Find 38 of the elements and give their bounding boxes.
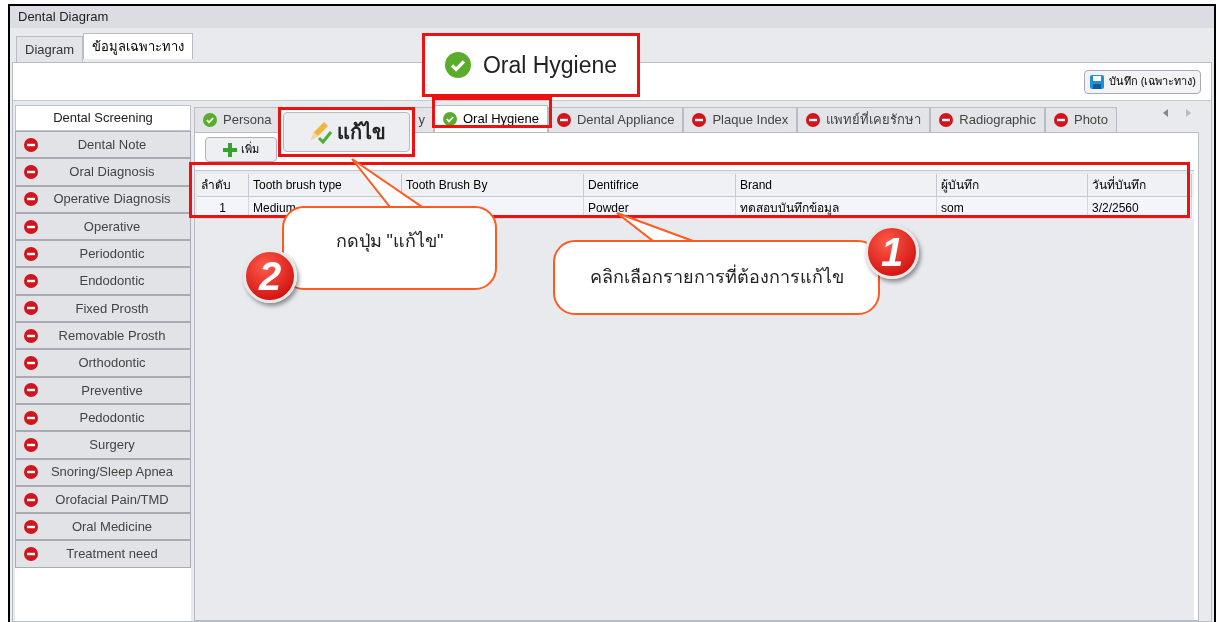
scroll-right-icon[interactable] <box>1185 109 1191 117</box>
sidebar-item[interactable]: Removable Prosth <box>15 322 191 350</box>
tab[interactable]: Diagram <box>16 36 84 62</box>
sidebar-item[interactable]: Fixed Prosth <box>15 294 191 323</box>
table-cell: 3/2/2560 <box>1088 197 1192 219</box>
sidebar-item[interactable]: Preventive <box>15 376 191 404</box>
instruction-text: คลิกเลือกรายการที่ต้องการแก้ไข <box>589 264 844 291</box>
table-cell: ทดสอบบันทึกข้อมูล <box>736 197 937 219</box>
sidebar-item[interactable]: Surgery <box>15 431 191 459</box>
tab[interactable]: Radiographic <box>930 107 1045 132</box>
tab[interactable]: ข้อมูลเฉพาะทาง <box>83 33 194 59</box>
sidebar-item[interactable]: Dental Note <box>15 131 191 159</box>
sidebar-item[interactable]: Treatment need <box>15 540 191 568</box>
instruction-text: กดปุ่ม "แก้ไข" <box>335 230 444 254</box>
tab[interactable]: Dental Appliance <box>547 107 684 132</box>
sidebar-item[interactable]: Pedodontic <box>15 403 191 432</box>
sidebar-item[interactable]: Periodontic <box>15 240 191 268</box>
add-button[interactable]: เพิ่ม <box>205 137 277 162</box>
sidebar-header-tab[interactable]: Dental Screening <box>15 105 191 131</box>
sidebar-item[interactable]: Oral Diagnosis <box>15 158 191 186</box>
tab[interactable]: แพทย์ที่เคยรักษา <box>797 107 931 132</box>
plus-icon <box>223 142 237 157</box>
sidebar-item[interactable]: Orthodontic <box>15 349 191 377</box>
sidebar-item[interactable]: Orofacial Pain/TMD <box>15 485 191 514</box>
save-button[interactable]: บันทึก (เฉพาะทาง) <box>1083 69 1201 94</box>
scroll-left-icon[interactable] <box>1163 109 1169 117</box>
table-cell: 1 <box>197 197 249 219</box>
sidebar-item[interactable]: Endodontic <box>15 267 191 295</box>
callout-tab-label: Oral Hygiene <box>482 50 618 80</box>
tab[interactable]: Photo <box>1044 107 1117 132</box>
sidebar-item[interactable]: Operative <box>15 212 191 241</box>
table-cell: som <box>937 197 1088 219</box>
sidebar-item[interactable]: Snoring/Sleep Apnea <box>15 458 191 486</box>
sidebar-item[interactable]: Oral Medicine <box>15 513 191 541</box>
window-title: Dental Diagram <box>18 8 109 27</box>
sidebar-item[interactable]: Operative Diagnosis <box>15 185 191 213</box>
tab[interactable]: Plaque Index <box>683 107 798 132</box>
edit-label: แก้ไข <box>337 120 386 145</box>
